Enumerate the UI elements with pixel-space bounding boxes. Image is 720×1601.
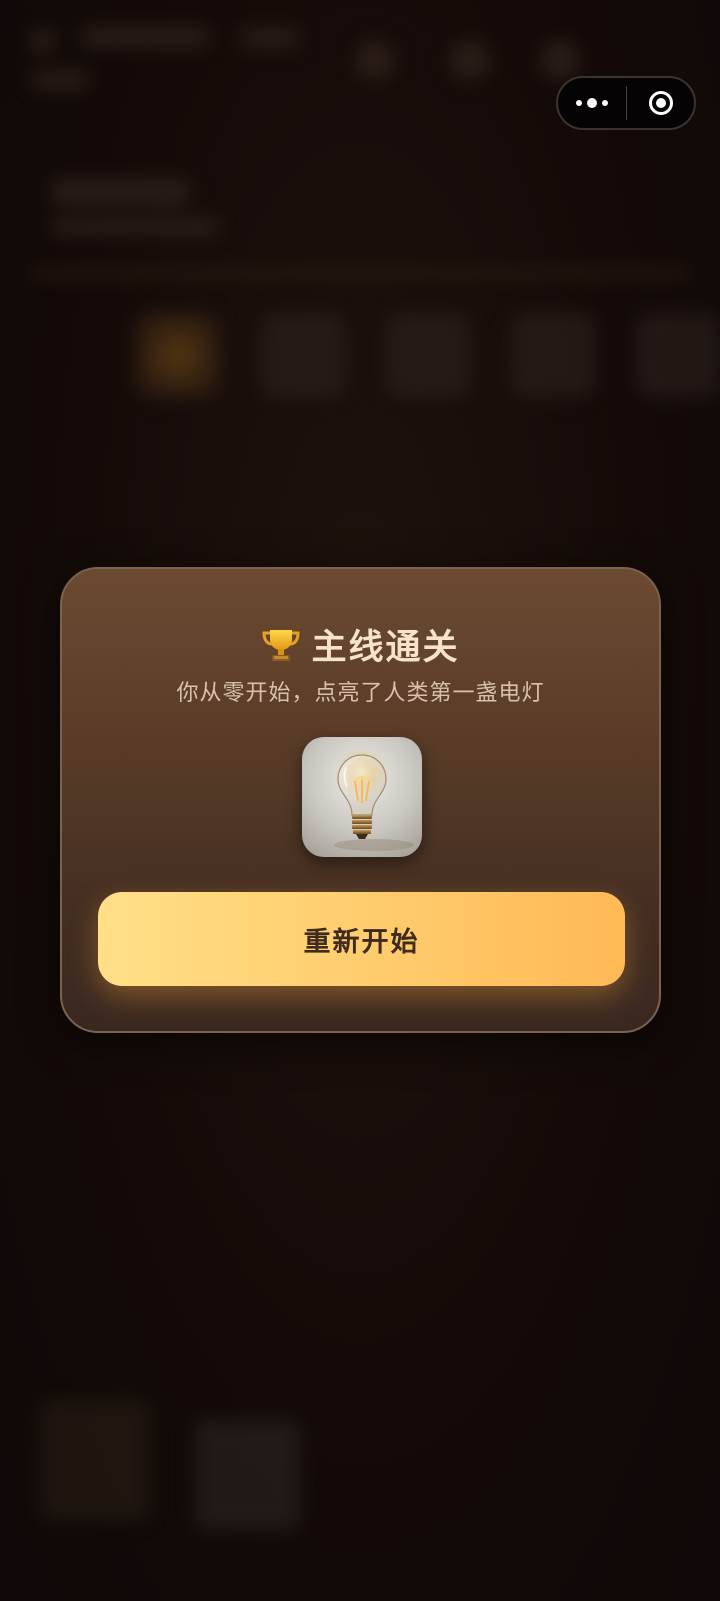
restart-button[interactable]: 重新开始 xyxy=(98,892,625,986)
close-mini-program-button[interactable] xyxy=(627,91,694,115)
modal-title-text: 主线通关 xyxy=(311,628,460,668)
light-bulb-icon xyxy=(326,745,414,851)
app-screen: 主线通关 你从零开始，点亮了人类第一盏电灯 重新开始 xyxy=(0,0,720,1601)
completion-modal: 主线通关 你从零开始，点亮了人类第一盏电灯 重新开始 xyxy=(60,567,661,1033)
more-dots-icon[interactable] xyxy=(558,78,626,128)
target-circle-icon xyxy=(648,91,673,115)
light-bulb-image xyxy=(302,737,422,857)
mini-program-capsule xyxy=(556,76,696,130)
trophy-icon xyxy=(262,630,300,661)
modal-title: 主线通关 xyxy=(62,619,659,670)
modal-subtitle: 你从零开始，点亮了人类第一盏电灯 xyxy=(176,681,545,706)
